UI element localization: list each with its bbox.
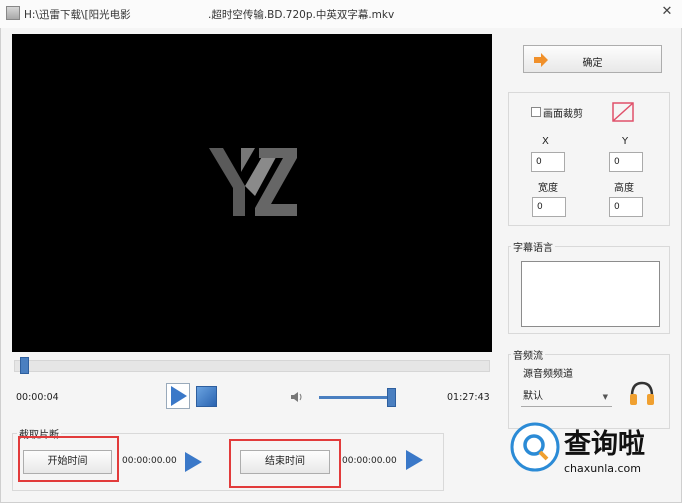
crop-width-input[interactable]: 0 xyxy=(532,197,566,217)
app-icon xyxy=(6,6,20,20)
watermark-site: chaxunla.com xyxy=(564,462,641,475)
play-icon xyxy=(171,386,187,406)
crop-y-label: Y xyxy=(622,136,629,147)
window-title-file: .超时空传输.BD.720p.中英双字幕.mkv xyxy=(208,9,395,21)
watermark: 查询啦 chaxunla.com xyxy=(508,418,678,498)
confirm-button[interactable]: 确定 xyxy=(523,45,662,73)
chevron-down-icon: ▼ xyxy=(602,393,608,401)
crop-height-input[interactable]: 0 xyxy=(609,197,643,217)
stop-button[interactable] xyxy=(196,386,217,407)
window-title-path: H:\迅雷下载\[阳光电影 xyxy=(24,9,131,21)
volume-icon[interactable] xyxy=(290,391,304,403)
video-logo xyxy=(209,148,297,216)
audio-source-label: 源音频频道 xyxy=(523,369,573,380)
crop-checkbox[interactable] xyxy=(531,107,541,117)
subtitle-language-list[interactable] xyxy=(521,261,660,327)
subtitle-group-title: 字幕语言 xyxy=(511,239,555,254)
crop-icon[interactable] xyxy=(609,99,637,125)
volume-thumb[interactable] xyxy=(387,388,396,407)
end-go-icon[interactable] xyxy=(403,448,425,472)
crop-y-input[interactable]: 0 xyxy=(609,152,643,172)
crop-x-label: X xyxy=(542,136,549,147)
crop-height-label: 高度 xyxy=(614,183,634,194)
start-time-value: 00:00:00.00 xyxy=(122,456,177,466)
crop-checkbox-label: 画面裁剪 xyxy=(543,109,583,120)
volume-slider[interactable] xyxy=(319,396,395,399)
close-icon[interactable]: ✕ xyxy=(660,5,674,19)
current-time: 00:00:04 xyxy=(16,392,59,403)
start-go-icon[interactable] xyxy=(182,450,204,474)
watermark-brand: 查询啦 xyxy=(564,429,645,460)
watermark-magnifier-icon xyxy=(510,422,560,472)
audio-channel-select[interactable]: 默认 ▼ xyxy=(521,387,612,407)
total-time: 01:27:43 xyxy=(447,392,490,403)
crop-width-label: 宽度 xyxy=(538,183,558,194)
end-time-value: 00:00:00.00 xyxy=(342,456,397,466)
play-button[interactable] xyxy=(166,383,190,409)
confirm-label: 确定 xyxy=(582,58,603,69)
audio-channel-value: 默认 xyxy=(523,391,543,402)
end-time-button[interactable]: 结束时间 xyxy=(240,450,330,474)
headphones-icon xyxy=(630,381,654,405)
seek-bar[interactable] xyxy=(14,360,490,372)
seek-thumb[interactable] xyxy=(20,357,29,374)
audio-group-title: 音频流 xyxy=(511,347,545,362)
start-time-button[interactable]: 开始时间 xyxy=(23,450,112,474)
crop-x-input[interactable]: 0 xyxy=(531,152,565,172)
